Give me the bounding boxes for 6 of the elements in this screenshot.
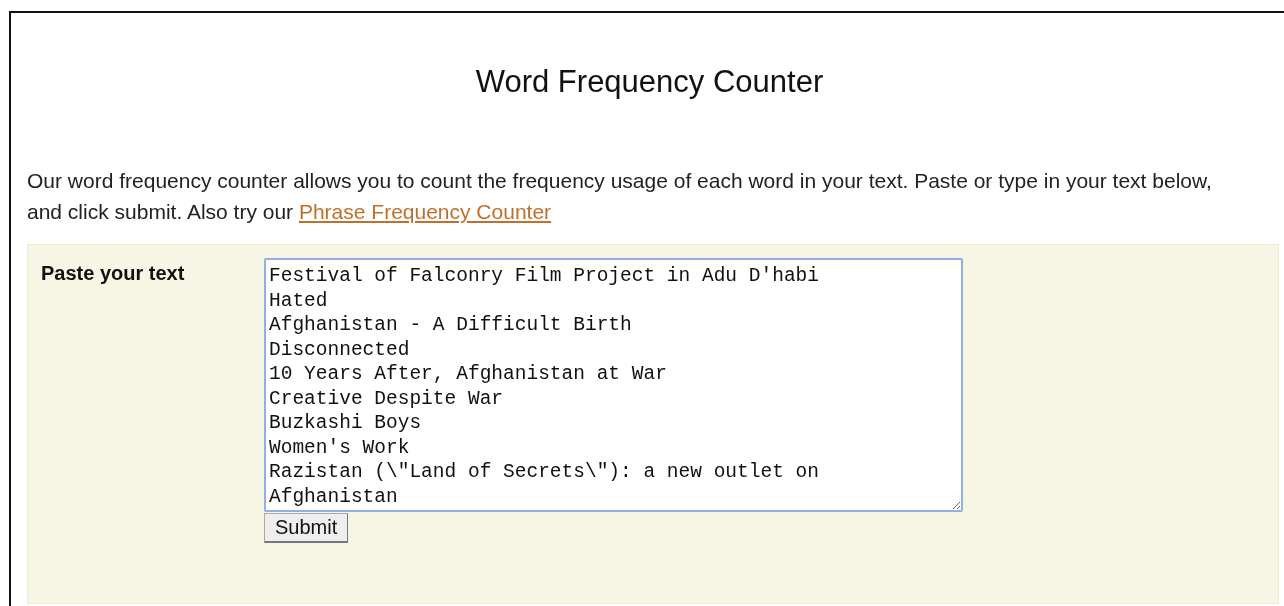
intro-paragraph: Our word frequency counter allows you to count the frequency usage of each word in your text. Paste or type in your text below, and click submit. Also try our Phrase Frequency Counter [27,168,1213,225]
text-input-field[interactable]: Festival of Falconry Film Project in Adu D'habi Hated Afghanistan - A Difficult Birth Disconnected 10 Years After, Afghanistan at War Creative Despite War Buzkashi Boys Women's Work Razistan (\"Land of Secrets\"): a new outlet on Afghanistan [264,258,963,512]
phrase-counter-link[interactable]: Phrase Frequency Counter [298,200,552,223]
page-title: Word Frequency Counter [474,63,825,101]
submit-button[interactable]: Submit [264,513,349,543]
text-label: Paste your text [41,261,186,286]
